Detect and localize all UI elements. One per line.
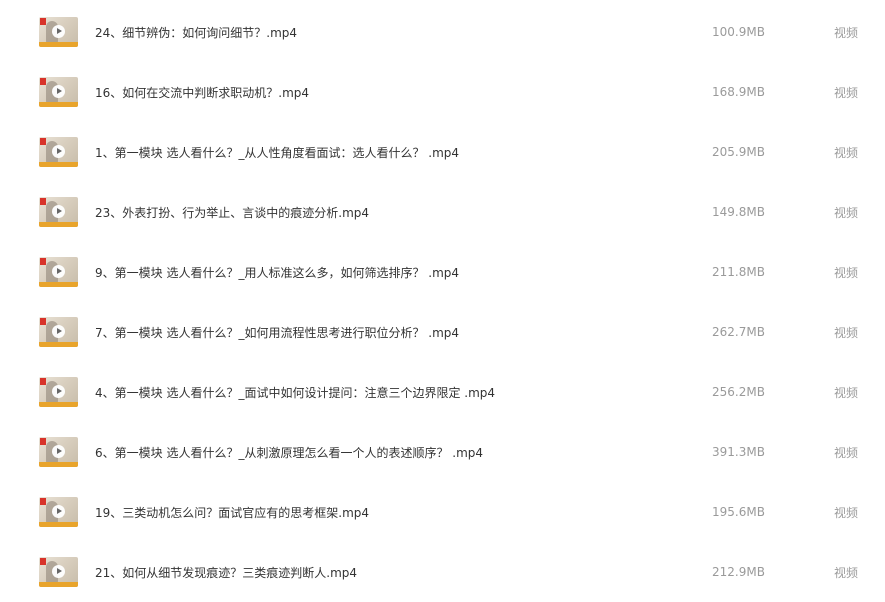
- file-type: 视频: [834, 265, 859, 280]
- play-icon: [52, 25, 65, 38]
- file-row[interactable]: 24、细节辨伪：如何询问细节？.mp4 100.9MB 视频: [0, 2, 885, 62]
- video-thumbnail-icon[interactable]: [39, 257, 78, 287]
- file-size: 149.8MB: [712, 205, 765, 219]
- file-row[interactable]: 16、如何在交流中判断求职动机？.mp4 168.9MB 视频: [0, 62, 885, 122]
- video-thumbnail-icon[interactable]: [39, 497, 78, 527]
- file-size: 212.9MB: [712, 565, 765, 579]
- file-size: 262.7MB: [712, 325, 765, 339]
- file-row[interactable]: 23、外表打扮、行为举止、言谈中的痕迹分析.mp4 149.8MB 视频: [0, 182, 885, 242]
- play-icon: [52, 145, 65, 158]
- file-size: 205.9MB: [712, 145, 765, 159]
- play-icon: [52, 505, 65, 518]
- file-row[interactable]: 6、第一模块 选人看什么？_从刺激原理怎么看一个人的表述顺序？ .mp4 391…: [0, 422, 885, 482]
- play-icon: [52, 445, 65, 458]
- play-icon: [52, 325, 65, 338]
- file-size: 100.9MB: [712, 25, 765, 39]
- file-size: 195.6MB: [712, 505, 765, 519]
- file-name[interactable]: 16、如何在交流中判断求职动机？.mp4: [95, 84, 309, 101]
- file-type: 视频: [834, 565, 859, 580]
- file-row[interactable]: 9、第一模块 选人看什么？_用人标准这么多，如何筛选排序？ .mp4 211.8…: [0, 242, 885, 302]
- file-type: 视频: [834, 445, 859, 460]
- play-icon: [52, 385, 65, 398]
- file-row[interactable]: 19、三类动机怎么问？面试官应有的思考框架.mp4 195.6MB 视频: [0, 482, 885, 542]
- file-type: 视频: [834, 145, 859, 160]
- file-name[interactable]: 19、三类动机怎么问？面试官应有的思考框架.mp4: [95, 504, 369, 521]
- video-thumbnail-icon[interactable]: [39, 437, 78, 467]
- file-name[interactable]: 6、第一模块 选人看什么？_从刺激原理怎么看一个人的表述顺序？ .mp4: [95, 444, 483, 461]
- video-thumbnail-icon[interactable]: [39, 17, 78, 47]
- file-type: 视频: [834, 325, 859, 340]
- file-list: 24、细节辨伪：如何询问细节？.mp4 100.9MB 视频 16、如何在交流中…: [0, 0, 885, 600]
- file-size: 391.3MB: [712, 445, 765, 459]
- play-icon: [52, 565, 65, 578]
- file-name[interactable]: 9、第一模块 选人看什么？_用人标准这么多，如何筛选排序？ .mp4: [95, 264, 459, 281]
- file-name[interactable]: 23、外表打扮、行为举止、言谈中的痕迹分析.mp4: [95, 204, 369, 221]
- file-row[interactable]: 21、如何从细节发现痕迹？三类痕迹判断人.mp4 212.9MB 视频: [0, 542, 885, 602]
- file-name[interactable]: 4、第一模块 选人看什么？_面试中如何设计提问：注意三个边界限定 .mp4: [95, 384, 495, 401]
- file-name[interactable]: 1、第一模块 选人看什么？_从人性角度看面试：选人看什么？ .mp4: [95, 144, 459, 161]
- play-icon: [52, 205, 65, 218]
- file-type: 视频: [834, 505, 859, 520]
- file-row[interactable]: 1、第一模块 选人看什么？_从人性角度看面试：选人看什么？ .mp4 205.9…: [0, 122, 885, 182]
- file-type: 视频: [834, 205, 859, 220]
- file-type: 视频: [834, 385, 859, 400]
- video-thumbnail-icon[interactable]: [39, 137, 78, 167]
- video-thumbnail-icon[interactable]: [39, 317, 78, 347]
- file-size: 211.8MB: [712, 265, 765, 279]
- file-name[interactable]: 24、细节辨伪：如何询问细节？.mp4: [95, 24, 297, 41]
- file-size: 256.2MB: [712, 385, 765, 399]
- video-thumbnail-icon[interactable]: [39, 377, 78, 407]
- file-type: 视频: [834, 25, 859, 40]
- file-row[interactable]: 4、第一模块 选人看什么？_面试中如何设计提问：注意三个边界限定 .mp4 25…: [0, 362, 885, 422]
- play-icon: [52, 265, 65, 278]
- play-icon: [52, 85, 65, 98]
- file-name[interactable]: 21、如何从细节发现痕迹？三类痕迹判断人.mp4: [95, 564, 357, 581]
- video-thumbnail-icon[interactable]: [39, 197, 78, 227]
- file-name[interactable]: 7、第一模块 选人看什么？_如何用流程性思考进行职位分析？ .mp4: [95, 324, 459, 341]
- video-thumbnail-icon[interactable]: [39, 557, 78, 587]
- file-size: 168.9MB: [712, 85, 765, 99]
- video-thumbnail-icon[interactable]: [39, 77, 78, 107]
- file-row[interactable]: 7、第一模块 选人看什么？_如何用流程性思考进行职位分析？ .mp4 262.7…: [0, 302, 885, 362]
- file-type: 视频: [834, 85, 859, 100]
